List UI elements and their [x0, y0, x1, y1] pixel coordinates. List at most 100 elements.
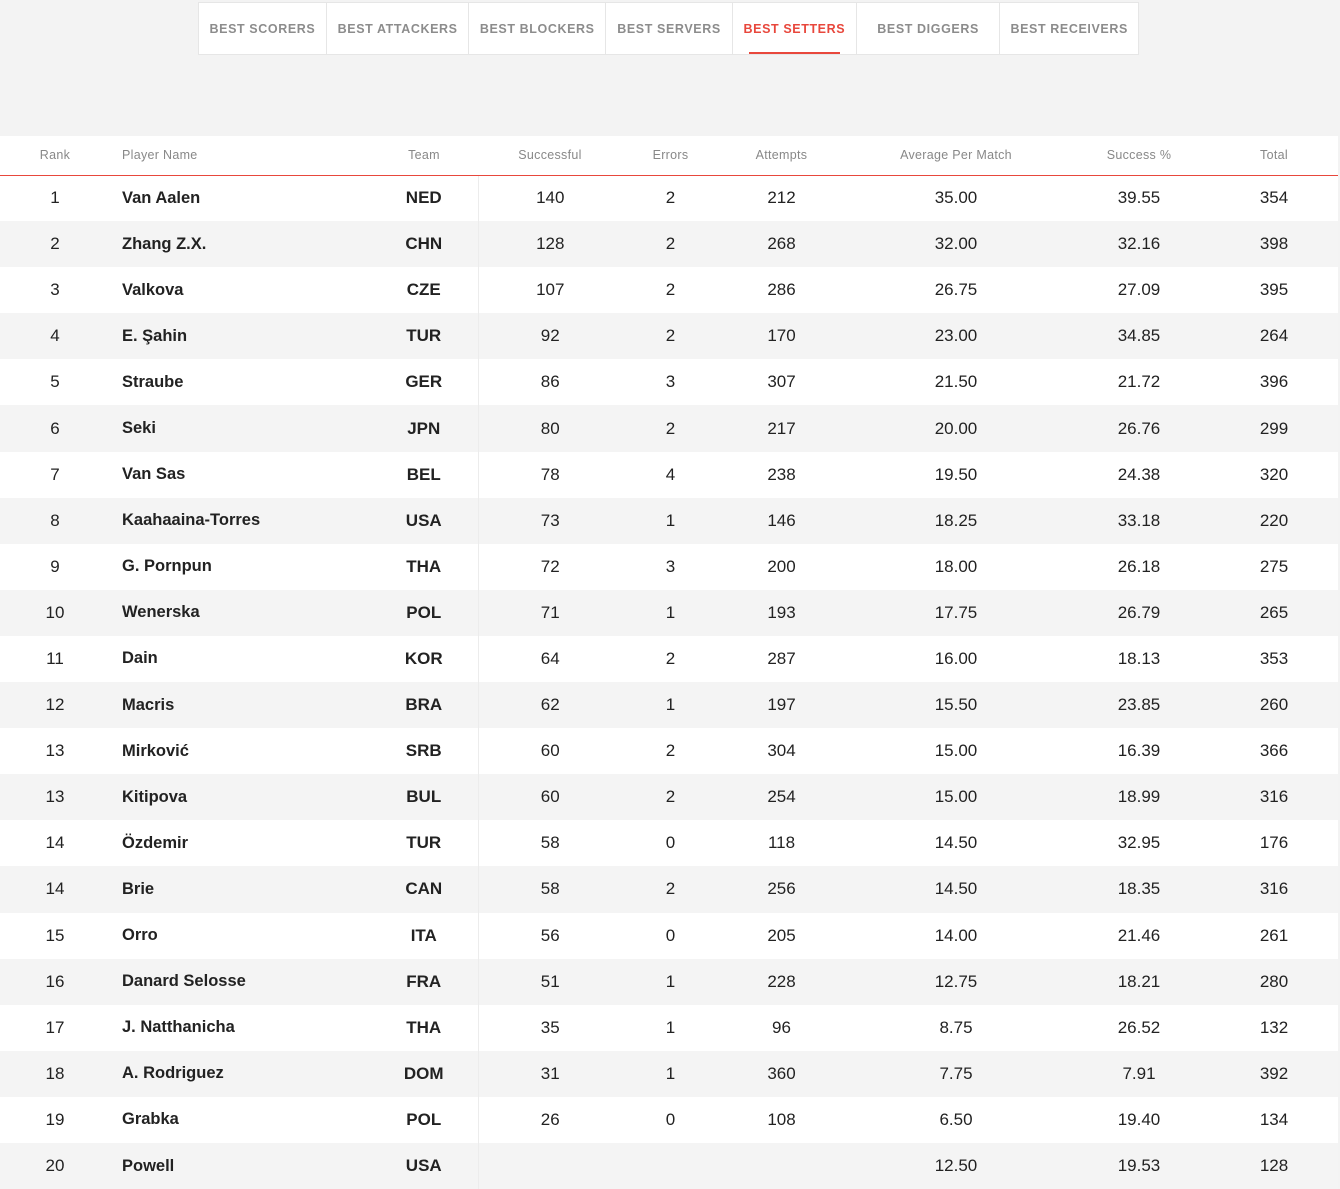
cell-attempts: 228	[719, 958, 844, 1005]
setters-stats-table: Rank Player Name Team Successful Errors …	[0, 136, 1338, 1189]
cell-rank: 11	[0, 635, 110, 683]
cell-rank: 3	[0, 267, 110, 314]
cell-success-percent: 32.95	[1068, 820, 1210, 867]
header-success-percent[interactable]: Success %	[1068, 136, 1210, 176]
cell-errors: 0	[622, 912, 719, 959]
cell-player-name: Dain	[110, 635, 370, 683]
cell-average: 16.00	[844, 635, 1068, 683]
header-average-per-match[interactable]: Average Per Match	[844, 136, 1068, 176]
cell-errors: 0	[622, 1096, 719, 1143]
cell-total: 398	[1210, 221, 1338, 268]
cell-successful: 80	[478, 405, 622, 452]
cell-attempts: 307	[719, 359, 844, 406]
cell-team: TUR	[370, 820, 479, 867]
table-row: 4 E. Şahin TUR 92 2 170 23.00 34.85 264	[0, 313, 1338, 360]
cell-rank: 20	[0, 1142, 110, 1189]
cell-success-percent: 26.18	[1068, 543, 1210, 590]
cell-team: BEL	[370, 451, 479, 498]
tab-best-setters[interactable]: BEST SETTERS	[733, 3, 857, 54]
cell-success-percent: 18.99	[1068, 774, 1210, 821]
cell-average: 26.75	[844, 267, 1068, 314]
cell-player-name: Zhang Z.X.	[110, 221, 370, 268]
table-row: 17 J. Natthanicha THA 35 1 96 8.75 26.52 132	[0, 1004, 1338, 1051]
tab-best-receivers[interactable]: BEST RECEIVERS	[1000, 3, 1138, 54]
cell-average: 14.00	[844, 912, 1068, 959]
cell-player-name: G. Pornpun	[110, 543, 370, 590]
tab-best-blockers[interactable]: BEST BLOCKERS	[469, 3, 607, 54]
cell-errors: 2	[622, 313, 719, 360]
cell-successful: 140	[478, 175, 622, 222]
cell-rank: 2	[0, 221, 110, 268]
cell-player-name: Grabka	[110, 1096, 370, 1143]
cell-errors: 3	[622, 543, 719, 590]
cell-attempts: 200	[719, 543, 844, 590]
cell-successful: 128	[478, 221, 622, 268]
cell-success-percent: 32.16	[1068, 221, 1210, 268]
header-successful[interactable]: Successful	[478, 136, 622, 176]
cell-success-percent: 21.46	[1068, 912, 1210, 959]
table-row: 13 Kitipova BUL 60 2 254 15.00 18.99 316	[0, 774, 1338, 821]
cell-success-percent: 26.52	[1068, 1004, 1210, 1051]
cell-rank: 19	[0, 1096, 110, 1143]
cell-average: 15.00	[844, 728, 1068, 775]
cell-rank: 13	[0, 774, 110, 821]
cell-attempts: 256	[719, 866, 844, 913]
cell-rank: 7	[0, 451, 110, 498]
header-team[interactable]: Team	[370, 136, 478, 176]
cell-attempts	[719, 1142, 844, 1189]
cell-average: 17.75	[844, 589, 1068, 636]
cell-rank: 12	[0, 682, 110, 729]
table-row: 19 Grabka POL 26 0 108 6.50 19.40 134	[0, 1096, 1338, 1143]
cell-success-percent: 34.85	[1068, 313, 1210, 360]
cell-team: USA	[370, 497, 479, 544]
tab-best-servers[interactable]: BEST SERVERS	[606, 3, 733, 54]
table-row: 1 Van Aalen NED 140 2 212 35.00 39.55 354	[0, 175, 1338, 222]
table-row: 12 Macris BRA 62 1 197 15.50 23.85 260	[0, 682, 1338, 729]
header-total[interactable]: Total	[1210, 136, 1338, 176]
cell-average: 7.75	[844, 1050, 1068, 1097]
table-row: 2 Zhang Z.X. CHN 128 2 268 32.00 32.16 398	[0, 221, 1338, 268]
cell-errors: 1	[622, 682, 719, 729]
cell-errors: 2	[622, 221, 719, 268]
table-row: 15 Orro ITA 56 0 205 14.00 21.46 261	[0, 912, 1338, 959]
cell-team: DOM	[370, 1050, 479, 1097]
header-attempts[interactable]: Attempts	[719, 136, 844, 176]
table-row: 8 Kaahaaina-Torres USA 73 1 146 18.25 33.18 220	[0, 497, 1338, 544]
tab-best-attackers[interactable]: BEST ATTACKERS	[327, 3, 470, 54]
header-errors[interactable]: Errors	[622, 136, 719, 176]
header-rank[interactable]: Rank	[0, 136, 110, 176]
cell-total: 392	[1210, 1050, 1338, 1097]
cell-attempts: 217	[719, 405, 844, 452]
cell-successful: 31	[478, 1050, 622, 1097]
cell-player-name: Valkova	[110, 267, 370, 314]
cell-successful: 73	[478, 497, 622, 544]
cell-rank: 10	[0, 589, 110, 636]
cell-average: 14.50	[844, 866, 1068, 913]
cell-total: 220	[1210, 497, 1338, 544]
cell-average: 23.00	[844, 313, 1068, 360]
cell-rank: 1	[0, 175, 110, 222]
cell-attempts: 287	[719, 635, 844, 683]
cell-attempts: 197	[719, 682, 844, 729]
cell-total: 264	[1210, 313, 1338, 360]
table-row: 16 Danard Selosse FRA 51 1 228 12.75 18.21 280	[0, 958, 1338, 1005]
cell-average: 15.50	[844, 682, 1068, 729]
cell-total: 354	[1210, 175, 1338, 222]
tab-best-scorers[interactable]: BEST SCORERS	[199, 3, 327, 54]
cell-successful: 58	[478, 820, 622, 867]
tab-best-diggers[interactable]: BEST DIGGERS	[857, 3, 1001, 54]
cell-rank: 9	[0, 543, 110, 590]
cell-average: 21.50	[844, 359, 1068, 406]
cell-team: FRA	[370, 958, 479, 1005]
cell-total: 132	[1210, 1004, 1338, 1051]
cell-rank: 15	[0, 912, 110, 959]
cell-total: 316	[1210, 774, 1338, 821]
cell-player-name: Özdemir	[110, 820, 370, 867]
cell-rank: 14	[0, 820, 110, 867]
header-player-name[interactable]: Player Name	[110, 136, 370, 176]
cell-rank: 4	[0, 313, 110, 360]
cell-successful: 92	[478, 313, 622, 360]
cell-team: BRA	[370, 682, 479, 729]
cell-total: 320	[1210, 451, 1338, 498]
cell-success-percent: 27.09	[1068, 267, 1210, 314]
